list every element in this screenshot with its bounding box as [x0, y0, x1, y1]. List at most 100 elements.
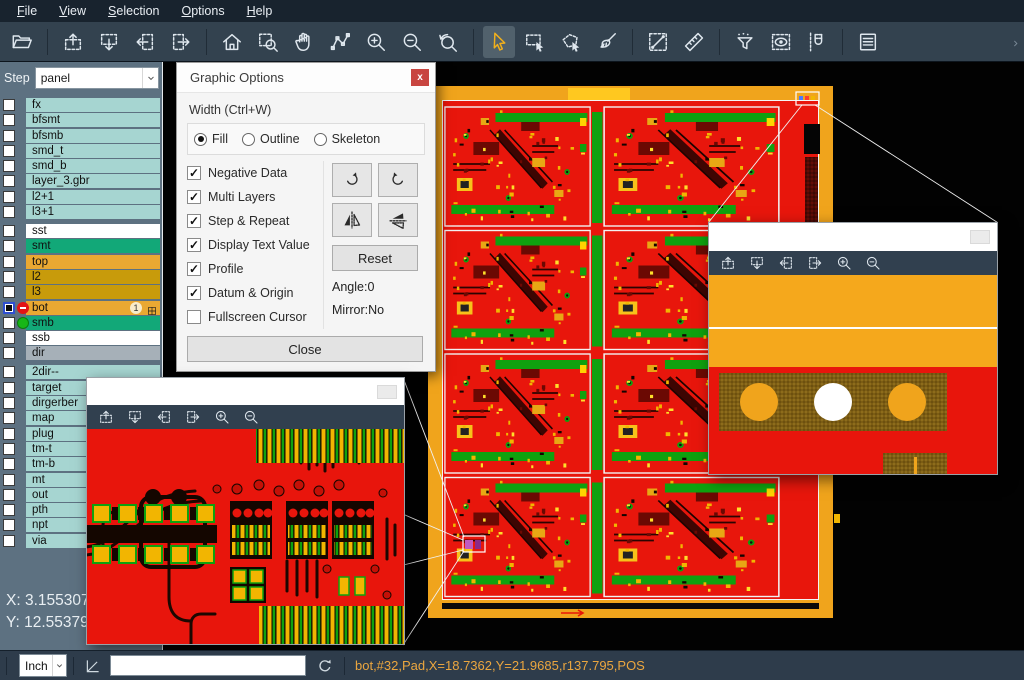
diagonal-measure-button[interactable]: .f{fill:currentColor;stroke:none} [642, 26, 674, 58]
polyline-nodes-button[interactable]: .f{fill:currentColor;stroke:none} [324, 26, 356, 58]
layer-visibility-checkbox[interactable] [3, 286, 15, 298]
layer-visibility-checkbox[interactable] [3, 458, 15, 470]
zoom-in-button[interactable]: .f{fill:currentColor;stroke:none} [832, 253, 856, 273]
command-input[interactable] [110, 655, 306, 676]
box-arrow-up-button[interactable]: .f{fill:currentColor;stroke:none} [57, 26, 89, 58]
eye-view-button[interactable]: .f{fill:currentColor;stroke:none} [765, 26, 797, 58]
magnifier-window-left[interactable]: .f{fill:currentColor;stroke:none}.f{fill… [86, 377, 405, 645]
mirror-vertical-button[interactable]: .f{fill:currentColor;stroke:none} [378, 203, 418, 237]
layer-name-bfsmt[interactable]: bfsmt [26, 113, 160, 127]
box-arrow-down-button[interactable]: .f{fill:currentColor;stroke:none} [123, 407, 147, 427]
layer-visibility-checkbox[interactable] [3, 114, 15, 126]
checkbox-fullscreen-cursor[interactable]: Fullscreen Cursor [187, 305, 323, 329]
layer-name-fx[interactable]: fx [26, 98, 160, 112]
layer-visibility-checkbox[interactable] [3, 489, 15, 501]
layer-visibility-checkbox[interactable] [3, 347, 15, 359]
layer-visibility-checkbox[interactable] [3, 504, 15, 516]
menu-selection[interactable]: Selection [97, 0, 170, 22]
layer-visibility-checkbox[interactable] [3, 240, 15, 252]
polygon-select-button[interactable]: .f{fill:currentColor;stroke:none} [555, 26, 587, 58]
zoom-out-button[interactable]: .f{fill:currentColor;stroke:none} [396, 26, 428, 58]
box-arrow-up-button[interactable]: .f{fill:currentColor;stroke:none} [94, 407, 118, 427]
brush-clean-button[interactable]: .f{fill:currentColor;stroke:none} [591, 26, 623, 58]
layer-visibility-checkbox[interactable] [3, 302, 15, 314]
home-button[interactable]: .f{fill:currentColor;stroke:none} [216, 26, 248, 58]
magnifier-pad-detail[interactable] [709, 275, 997, 474]
layer-name-smd_t[interactable]: smd_t [26, 144, 160, 158]
box-arrow-left-button[interactable]: .f{fill:currentColor;stroke:none} [152, 407, 176, 427]
box-arrow-up-button[interactable]: .f{fill:currentColor;stroke:none} [716, 253, 740, 273]
layer-name-top[interactable]: top [26, 255, 160, 269]
report-form-button[interactable]: .f{fill:currentColor;stroke:none} [852, 26, 884, 58]
refresh-icon[interactable] [316, 657, 334, 675]
layer-name-smb[interactable]: smb [26, 316, 160, 330]
layer-visibility-checkbox[interactable] [3, 191, 15, 203]
layer-name-l2[interactable]: l2 [26, 270, 160, 284]
radio-fill[interactable]: Fill [194, 132, 228, 146]
checkbox-display-text-value[interactable]: ✓Display Text Value [187, 233, 323, 257]
box-arrow-right-button[interactable]: .f{fill:currentColor;stroke:none} [803, 253, 827, 273]
radio-outline[interactable]: Outline [242, 132, 300, 146]
box-arrow-right-button[interactable]: .f{fill:currentColor;stroke:none} [181, 407, 205, 427]
menu-help[interactable]: Help [236, 0, 284, 22]
layer-name-dir[interactable]: dir [26, 346, 160, 360]
layer-visibility-checkbox[interactable] [3, 145, 15, 157]
toolbar-overflow-icon[interactable] [1010, 36, 1021, 54]
layer-visibility-checkbox[interactable] [3, 382, 15, 394]
radio-skeleton[interactable]: Skeleton [314, 132, 381, 146]
layer-visibility-checkbox[interactable] [3, 271, 15, 283]
layer-visibility-checkbox[interactable] [3, 175, 15, 187]
rotate-ccw-button[interactable]: .f{fill:currentColor;stroke:none} [378, 163, 418, 197]
close-icon[interactable]: x [411, 69, 429, 86]
menu-view[interactable]: View [48, 0, 97, 22]
layer-visibility-checkbox[interactable] [3, 256, 15, 268]
layer-visibility-checkbox[interactable] [3, 412, 15, 424]
box-arrow-left-button[interactable]: .f{fill:currentColor;stroke:none} [129, 26, 161, 58]
layer-name-bfsmb[interactable]: bfsmb [26, 129, 160, 143]
magnifier-window-right[interactable]: .f{fill:currentColor;stroke:none}.f{fill… [708, 222, 998, 475]
checkbox-multi-layers[interactable]: ✓Multi Layers [187, 185, 323, 209]
box-arrow-left-button[interactable]: .f{fill:currentColor;stroke:none} [774, 253, 798, 273]
zoom-out-button[interactable]: .f{fill:currentColor;stroke:none} [239, 407, 263, 427]
pan-hand-button[interactable]: .f{fill:currentColor;stroke:none} [288, 26, 320, 58]
rotate-cw-button[interactable]: .f{fill:currentColor;stroke:none} [332, 163, 372, 197]
layer-visibility-checkbox[interactable] [3, 535, 15, 547]
unit-select[interactable]: Inch [19, 654, 67, 677]
reset-button[interactable]: Reset [332, 245, 418, 271]
zoom-region-button[interactable]: .f{fill:currentColor;stroke:none} [252, 26, 284, 58]
layer-visibility-checkbox[interactable] [3, 317, 15, 329]
magnifier-menu-button[interactable] [377, 385, 397, 399]
layer-name-l3+1[interactable]: l3+1 [26, 205, 160, 219]
zoom-previous-button[interactable]: .f{fill:currentColor;stroke:none} [432, 26, 464, 58]
checkbox-negative-data[interactable]: ✓Negative Data [187, 161, 323, 185]
zoom-in-button[interactable]: .f{fill:currentColor;stroke:none} [210, 407, 234, 427]
menu-options[interactable]: Options [170, 0, 235, 22]
layer-name-l3[interactable]: l3 [26, 285, 160, 299]
ruler-button[interactable]: .f{fill:currentColor;stroke:none} [678, 26, 710, 58]
magnifier-menu-button[interactable] [970, 230, 990, 244]
folder-open-button[interactable]: .f{fill:currentColor;stroke:none} [6, 26, 38, 58]
layer-name-layer_3.gbr[interactable]: layer_3.gbr [26, 174, 160, 188]
layer-name-smt[interactable]: smt [26, 239, 160, 253]
layer-visibility-checkbox[interactable] [3, 366, 15, 378]
layer-visibility-checkbox[interactable] [3, 99, 15, 111]
box-arrow-down-button[interactable]: .f{fill:currentColor;stroke:none} [93, 26, 125, 58]
magnifier-title-bar[interactable] [709, 223, 997, 251]
layer-visibility-checkbox[interactable] [3, 206, 15, 218]
select-arrow-button[interactable]: .f{fill:currentColor;stroke:none} [483, 26, 515, 58]
layer-visibility-checkbox[interactable] [3, 443, 15, 455]
filter-funnel-button[interactable]: .f{fill:currentColor;stroke:none} [729, 26, 761, 58]
checkbox-step-repeat[interactable]: ✓Step & Repeat [187, 209, 323, 233]
layer-visibility-checkbox[interactable] [3, 519, 15, 531]
layer-visibility-checkbox[interactable] [3, 474, 15, 486]
menu-file[interactable]: File [6, 0, 48, 22]
layer-visibility-checkbox[interactable] [3, 160, 15, 172]
layer-visibility-checkbox[interactable] [3, 130, 15, 142]
zoom-in-button[interactable]: .f{fill:currentColor;stroke:none} [360, 26, 392, 58]
layer-visibility-checkbox[interactable] [3, 397, 15, 409]
magnifier-pcb-detail[interactable] [87, 429, 404, 644]
rect-select-button[interactable]: .f{fill:currentColor;stroke:none} [519, 26, 551, 58]
snap-magnet-button[interactable]: .f{fill:currentColor;stroke:none} [801, 26, 833, 58]
layer-visibility-checkbox[interactable] [3, 225, 15, 237]
layer-name-ssb[interactable]: ssb [26, 331, 160, 345]
